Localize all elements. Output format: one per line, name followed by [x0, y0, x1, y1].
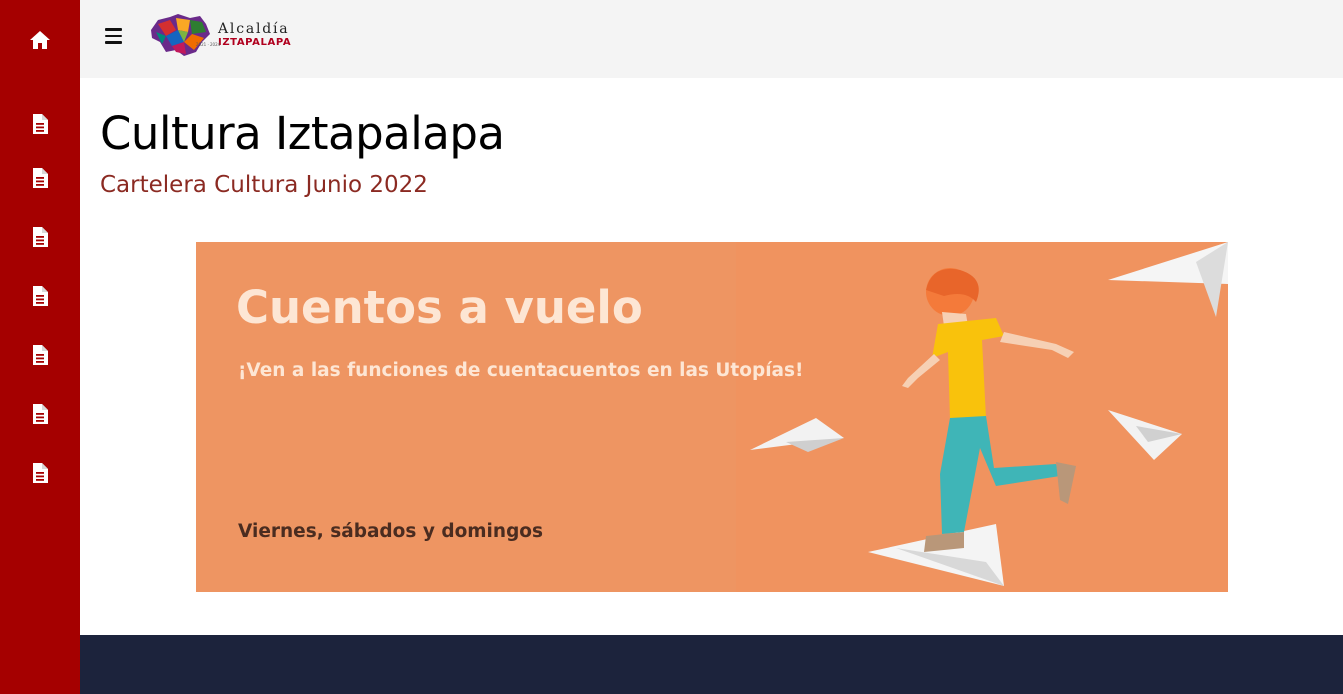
alcaldia-logo[interactable]: Alcaldía IZTAPALAPA 2021 · 2024 [148, 12, 308, 62]
document-icon[interactable] [27, 342, 53, 368]
home-icon[interactable] [27, 27, 53, 53]
page-subtitle: Cartelera Cultura Junio 2022 [100, 172, 428, 198]
iztapalapa-map-logo-icon [151, 14, 210, 56]
logo-text-period: 2021 · 2024 [196, 42, 221, 47]
document-icon[interactable] [27, 460, 53, 486]
sidebar [0, 0, 80, 694]
logo-text-alcaldia: Alcaldía [218, 21, 290, 37]
event-banner[interactable]: Cuentos a vuelo ¡Ven a las funciones de … [196, 242, 1228, 592]
top-bar: Alcaldía IZTAPALAPA 2021 · 2024 [80, 0, 1343, 78]
banner-title: Cuentos a vuelo [236, 281, 643, 334]
document-icon[interactable] [27, 165, 53, 191]
document-icon[interactable] [27, 283, 53, 309]
document-icon[interactable] [27, 111, 53, 137]
footer [80, 635, 1343, 694]
hamburger-icon[interactable] [105, 28, 125, 48]
banner-tagline: ¡Ven a las funciones de cuentacuentos en… [238, 360, 804, 381]
page-title: Cultura Iztapalapa [100, 107, 505, 160]
document-icon[interactable] [27, 401, 53, 427]
logo-text-iztapalapa: IZTAPALAPA [218, 37, 292, 48]
document-icon[interactable] [27, 224, 53, 250]
banner-days: Viernes, sábados y domingos [238, 521, 544, 542]
